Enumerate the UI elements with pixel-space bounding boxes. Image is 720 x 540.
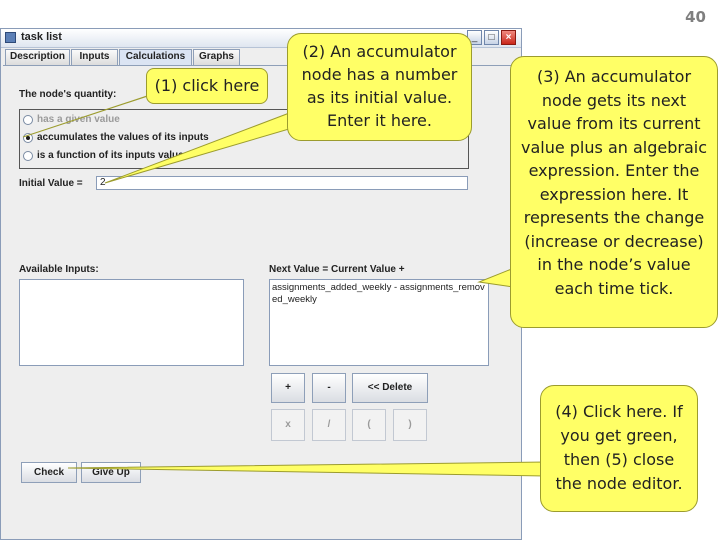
callout-4-text: (4) Click here. If you get green, then (… [555,402,683,493]
callout-1-pointer [22,91,161,138]
callout-4-pointer [67,461,546,477]
callout-3-text: (3) An accumulator node gets its next va… [520,67,707,298]
callout-1-text: (1) click here [154,76,260,95]
callout-2: (2) An accumulator node has a number as … [287,33,472,141]
callout-1: (1) click here [146,68,268,104]
callout-2-pointer [104,111,308,184]
callout-4: (4) Click here. If you get green, then (… [540,385,698,512]
callout-2-text: (2) An accumulator node has a number as … [301,42,458,130]
callout-3: (3) An accumulator node gets its next va… [510,56,718,328]
